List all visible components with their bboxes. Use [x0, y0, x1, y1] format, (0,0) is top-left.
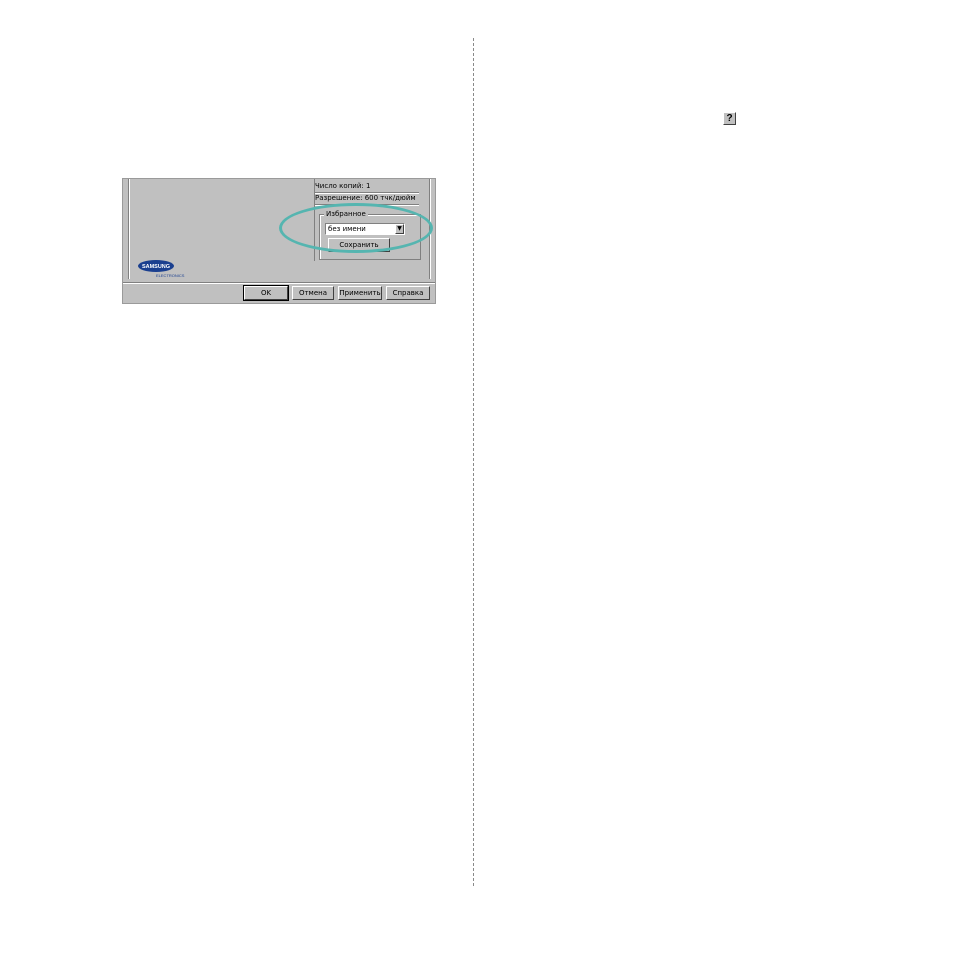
samsung-logo: SAMSUNG ELECTRONICS [138, 260, 185, 278]
resolution-summary: Разрешение: 600 тчк/дюйм [315, 194, 416, 202]
copies-summary: Число копий: 1 [315, 182, 371, 190]
left-edge [128, 179, 130, 279]
favorites-highlight-ring [279, 203, 433, 253]
ok-button[interactable]: OK [243, 285, 289, 301]
help-question-icon[interactable]: ? [723, 112, 736, 125]
column-divider [473, 38, 474, 886]
button-row-separator [123, 282, 435, 284]
help-button[interactable]: Справка [386, 286, 430, 300]
apply-button[interactable]: Применить [338, 286, 382, 300]
logo-brand-text: SAMSUNG [142, 264, 170, 270]
logo-sub-text: ELECTRONICS [156, 273, 185, 278]
cancel-button[interactable]: Отмена [292, 286, 334, 300]
